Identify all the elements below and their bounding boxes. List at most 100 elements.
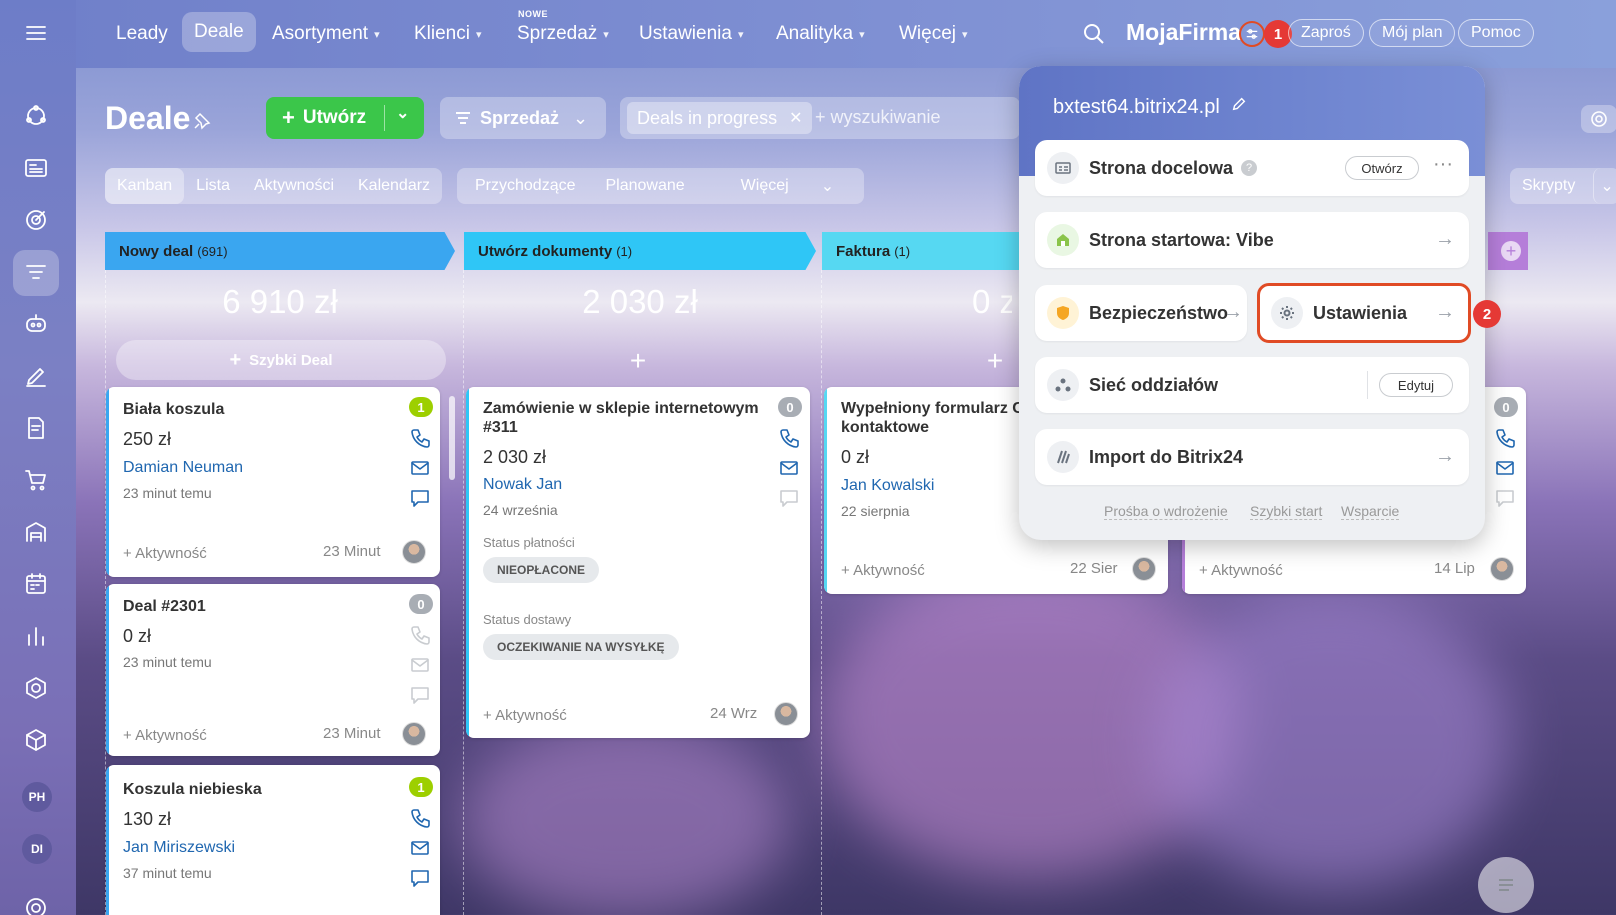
chat-icon[interactable]	[409, 867, 431, 889]
news-icon[interactable]	[18, 150, 54, 186]
avatar[interactable]	[1490, 557, 1514, 581]
mail-icon[interactable]	[409, 457, 431, 479]
gear-icon[interactable]	[18, 890, 54, 915]
search-icon[interactable]	[1082, 22, 1106, 46]
contact-link[interactable]: Jan Miriszewski	[123, 839, 235, 857]
nav-klienci[interactable]: Klienci ▾	[414, 0, 482, 68]
chat-icon[interactable]	[409, 487, 431, 509]
nav-ustawienia[interactable]: Ustawienia ▾	[639, 0, 743, 68]
chevron-down-icon[interactable]: ⌄	[396, 103, 409, 123]
avatar[interactable]: PH	[22, 782, 52, 812]
deal-card[interactable]: Koszula niebieska 1 130 zł Jan Miriszews…	[106, 765, 440, 915]
quick-deal-button[interactable]: + Szybki Deal	[116, 340, 446, 380]
deal-title[interactable]: Zamówienie w sklepie internetowym #311	[483, 399, 763, 437]
chat-fab[interactable]	[1478, 857, 1534, 913]
cart-icon[interactable]	[18, 462, 54, 498]
filter-more[interactable]: Więcej ⌄	[717, 168, 858, 204]
deal-title[interactable]: Koszula niebieska	[123, 781, 262, 799]
chart-bars-icon[interactable]	[18, 618, 54, 654]
avatar[interactable]	[774, 702, 798, 726]
target-icon[interactable]	[18, 202, 54, 238]
close-icon[interactable]: ✕	[789, 108, 802, 128]
quick-start-link[interactable]: Szybki start	[1250, 503, 1323, 520]
calendar-icon[interactable]	[18, 566, 54, 602]
pin-icon[interactable]	[193, 112, 211, 130]
search-input[interactable]: + wyszukiwanie	[815, 107, 941, 128]
hamburger-icon[interactable]	[18, 15, 54, 51]
crm-filter-icon[interactable]	[13, 250, 59, 296]
chat-icon[interactable]	[1494, 487, 1516, 509]
deal-title[interactable]: Deal #2301	[123, 598, 206, 616]
robot-icon[interactable]	[18, 306, 54, 342]
nav-leady[interactable]: Leady	[116, 0, 168, 68]
edit-button[interactable]: Edytuj	[1379, 373, 1453, 397]
deal-card[interactable]: Deal #2301 0 0 zł 23 minut temu + Aktywn…	[106, 584, 440, 756]
security-item[interactable]: Bezpieczeństwo →	[1035, 285, 1247, 341]
add-activity-link[interactable]: + Aktywność	[123, 727, 207, 744]
avatar[interactable]	[402, 540, 426, 564]
start-page-item[interactable]: Strona startowa: Vibe →	[1035, 212, 1469, 268]
warehouse-icon[interactable]	[18, 514, 54, 550]
mail-icon[interactable]	[409, 654, 431, 676]
help-button[interactable]: Pomoc	[1458, 19, 1534, 47]
column-header-add[interactable]: +	[1488, 232, 1528, 270]
column-header[interactable]: Nowy deal (691)	[105, 232, 455, 270]
add-activity-link[interactable]: + Aktywność	[841, 562, 925, 579]
filter-planned[interactable]: Planowane	[594, 168, 697, 204]
nav-wiecej[interactable]: Więcej ▾	[899, 0, 968, 68]
cube-icon[interactable]	[18, 722, 54, 758]
phone-icon[interactable]	[1494, 427, 1516, 449]
phone-icon[interactable]	[409, 807, 431, 829]
add-activity-link[interactable]: + Aktywność	[483, 707, 567, 724]
import-item[interactable]: Import do Bitrix24 →	[1035, 429, 1469, 485]
mail-icon[interactable]	[1494, 457, 1516, 479]
hexagon-icon[interactable]	[18, 670, 54, 706]
gear-icon[interactable]	[1581, 105, 1616, 133]
company-settings-button[interactable]	[1239, 21, 1265, 47]
pencil-icon[interactable]	[1231, 96, 1249, 114]
avatar[interactable]: DI	[22, 834, 52, 864]
mail-icon[interactable]	[409, 837, 431, 859]
phone-icon[interactable]	[409, 624, 431, 646]
phone-icon[interactable]	[778, 427, 800, 449]
branch-network-item[interactable]: Sieć oddziałów Edytuj	[1035, 357, 1469, 413]
avatar[interactable]	[1132, 557, 1156, 581]
support-link[interactable]: Wsparcie	[1341, 503, 1400, 520]
create-button[interactable]: + Utwórz ⌄	[266, 97, 424, 139]
pipeline-select[interactable]: Sprzedaż ⌄	[440, 97, 606, 139]
landing-page-item[interactable]: Strona docelowa ? Otwórz ···	[1035, 140, 1469, 196]
scripts-button[interactable]: Skrypty ⌄	[1510, 168, 1616, 204]
column-header[interactable]: Faktura (1)	[822, 232, 1022, 270]
contact-link[interactable]: Damian Neuman	[123, 459, 243, 477]
nav-asortyment[interactable]: Asortyment ▾	[272, 0, 380, 68]
tab-kanban[interactable]: Kanban	[105, 168, 185, 204]
chat-icon[interactable]	[409, 684, 431, 706]
request-implementation-link[interactable]: Prośba o wdrożenie	[1104, 503, 1228, 520]
mail-icon[interactable]	[778, 457, 800, 479]
nav-analityka[interactable]: Analityka ▾	[776, 0, 865, 68]
hub-icon[interactable]	[18, 98, 54, 134]
filter-tag[interactable]: Deals in progress ✕	[627, 102, 813, 134]
invite-button[interactable]: Zaproś	[1288, 19, 1364, 47]
add-deal-button[interactable]: +	[980, 345, 1010, 377]
contact-link[interactable]: Jan Kowalski	[841, 477, 934, 495]
nav-sprzedaz[interactable]: Sprzedaż ▾	[517, 0, 609, 68]
help-icon[interactable]: ?	[1241, 160, 1258, 176]
phone-icon[interactable]	[409, 427, 431, 449]
deal-title[interactable]: Biała koszula	[123, 401, 224, 419]
nav-deale[interactable]: Deale	[182, 12, 256, 52]
open-button[interactable]: Otwórz	[1345, 156, 1419, 180]
search-field[interactable]: Deals in progress ✕ + wyszukiwanie	[620, 97, 1020, 139]
pen-icon[interactable]	[18, 358, 54, 394]
avatar[interactable]	[402, 722, 426, 746]
filter-incoming[interactable]: Przychodzące	[463, 168, 588, 204]
column-header[interactable]: Utwórz dokumenty (1)	[464, 232, 816, 270]
add-deal-button[interactable]: +	[623, 345, 653, 377]
tab-kalendarz[interactable]: Kalendarz	[346, 168, 442, 204]
scrollbar[interactable]	[449, 396, 455, 480]
add-activity-link[interactable]: + Aktywność	[1199, 562, 1283, 579]
more-icon[interactable]: ···	[1433, 153, 1453, 176]
deal-card[interactable]: Biała koszula 1 250 zł Damian Neuman 23 …	[106, 387, 440, 577]
tab-lista[interactable]: Lista	[184, 168, 242, 204]
doc-sign-icon[interactable]	[18, 410, 54, 446]
